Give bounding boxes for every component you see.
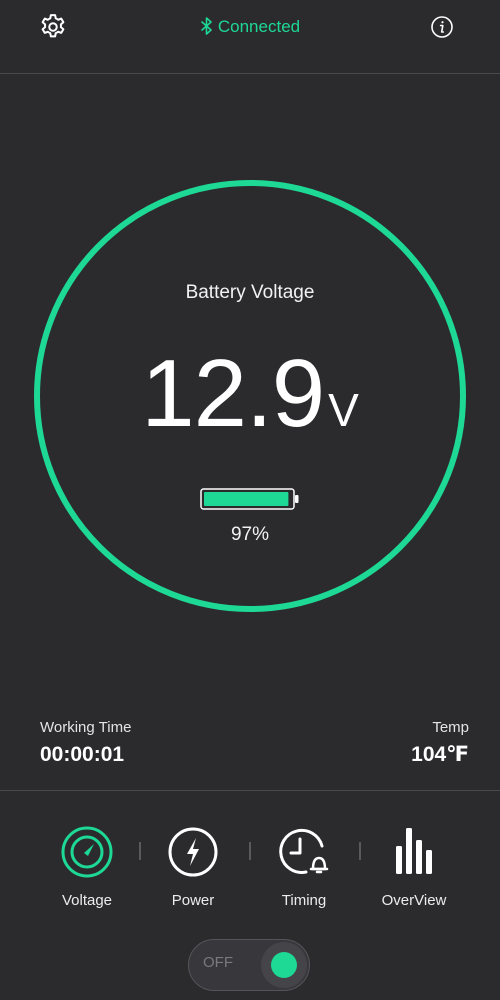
working-time-value: 00:00:01 [40, 743, 125, 766]
gauge-title: Battery Voltage [185, 282, 315, 303]
temp-stat: Temp 104℉ [411, 718, 469, 770]
info-icon [431, 16, 453, 38]
voltage-value: 12.9 [141, 340, 325, 447]
lightning-icon [168, 827, 218, 877]
nav-overview-label: OverView [381, 892, 447, 909]
info-button[interactable] [429, 14, 455, 40]
voltage-readout: 12.9V [32, 346, 468, 442]
section-divider [0, 790, 500, 791]
top-bar: Connected [0, 0, 500, 74]
battery-fill [204, 492, 289, 506]
nav-voltage[interactable]: Voltage [37, 824, 137, 909]
temp-label: Temp [432, 719, 469, 736]
nav-timing[interactable]: Timing [254, 824, 354, 909]
nav-power[interactable]: Power [143, 824, 243, 909]
battery-percent: 97% [230, 524, 270, 545]
battery-icon [200, 488, 299, 510]
power-toggle[interactable]: OFF [188, 939, 310, 991]
nav-power-label: Power [171, 892, 215, 909]
nav-separator [359, 842, 361, 860]
connection-status: Connected [0, 16, 500, 38]
working-time-label: Working Time [40, 719, 132, 736]
connection-status-text: Connected [217, 17, 301, 36]
nav-timing-label: Timing [281, 892, 327, 909]
nav-separator [139, 842, 141, 860]
gauge-icon [61, 826, 113, 878]
app-screen: Connected Battery Voltage 12.9V 97% Work… [0, 0, 500, 1000]
nav-voltage-label: Voltage [61, 892, 113, 909]
toggle-label: OFF [203, 954, 233, 971]
bar-chart-icon [396, 828, 432, 874]
toggle-knob[interactable] [261, 942, 307, 988]
temp-value: 104℉ [411, 743, 469, 766]
voltage-gauge: Battery Voltage 12.9V 97% [32, 178, 468, 614]
bluetooth-icon [201, 17, 212, 35]
clock-alarm-icon [279, 828, 329, 874]
voltage-unit: V [328, 384, 359, 436]
working-time-stat: Working Time 00:00:01 [40, 718, 131, 770]
nav-overview[interactable]: OverView [364, 824, 464, 909]
nav-separator [249, 842, 251, 860]
